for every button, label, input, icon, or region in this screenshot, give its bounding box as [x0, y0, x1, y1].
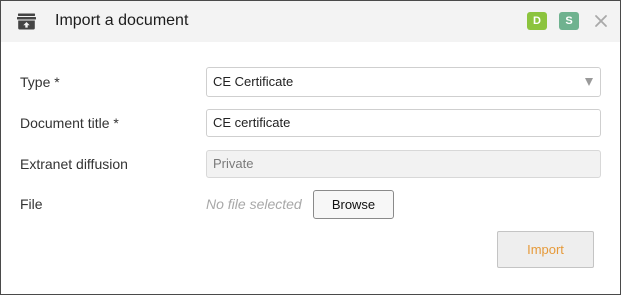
- dropdown-arrow-icon: [585, 78, 593, 86]
- archive-box-icon: [17, 13, 36, 30]
- import-button[interactable]: Import: [497, 231, 594, 268]
- extranet-diffusion-label: Extranet diffusion: [20, 156, 128, 172]
- import-document-dialog: Import a document D S Type * CE Certific…: [0, 0, 621, 295]
- file-status-text: No file selected: [206, 196, 302, 212]
- close-icon[interactable]: [592, 12, 610, 30]
- badge-d[interactable]: D: [527, 12, 547, 30]
- document-title-input[interactable]: CE certificate: [206, 109, 601, 137]
- browse-button[interactable]: Browse: [313, 190, 394, 219]
- badge-s[interactable]: S: [559, 12, 579, 30]
- dialog-title: Import a document: [55, 12, 189, 29]
- type-select[interactable]: CE Certificate: [206, 67, 601, 97]
- dialog-header: Import a document D S: [1, 1, 620, 42]
- type-label: Type *: [20, 74, 60, 90]
- file-label: File: [20, 196, 43, 212]
- document-title-label: Document title *: [20, 115, 119, 131]
- extranet-diffusion-field: Private: [206, 150, 601, 178]
- type-select-value: CE Certificate: [213, 74, 294, 89]
